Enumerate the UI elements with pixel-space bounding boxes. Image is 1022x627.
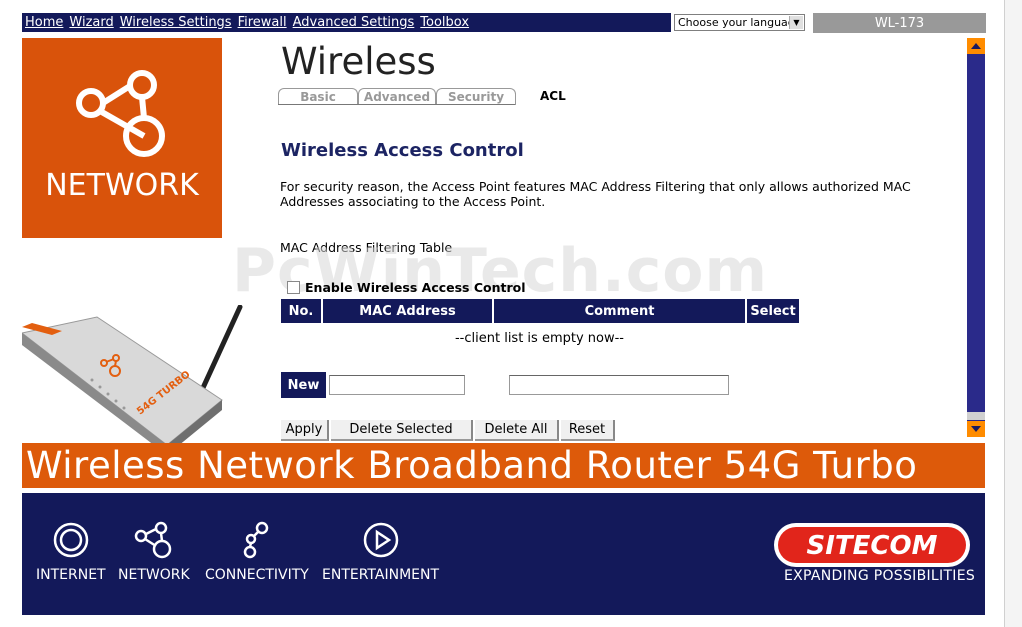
chevron-down-icon: ▼ <box>789 16 803 29</box>
section-heading: Wireless Access Control <box>281 140 524 161</box>
nav-advanced-settings[interactable]: Advanced Settings <box>293 15 415 30</box>
tab-advanced[interactable]: Advanced <box>358 88 436 105</box>
watermark: PcWinTech.com <box>232 236 769 306</box>
connectivity-icon <box>243 521 269 559</box>
page-title: Wireless <box>281 40 436 83</box>
enable-access-control-checkbox[interactable] <box>287 281 300 294</box>
nav-firewall[interactable]: Firewall <box>238 15 287 30</box>
model-label: WL-173 <box>813 13 986 33</box>
column-header-no: No. <box>281 299 323 323</box>
column-header-select: Select <box>747 299 799 323</box>
tab-basic[interactable]: Basic <box>278 88 358 105</box>
apply-button[interactable]: Apply <box>281 420 329 441</box>
enable-access-control-label: Enable Wireless Access Control <box>305 280 526 295</box>
new-mac-address-input[interactable] <box>329 375 465 395</box>
footer-connectivity: CONNECTIVITY <box>205 521 309 583</box>
nav-wizard[interactable]: Wizard <box>69 15 113 30</box>
network-icon <box>76 70 165 157</box>
network-logo: NETWORK <box>22 38 222 238</box>
router-image: 54G TURBO <box>22 305 243 455</box>
language-select[interactable]: Choose your language ▼ <box>674 14 805 31</box>
new-comment-input[interactable] <box>509 375 729 395</box>
language-select-value: Choose your language <box>678 16 802 29</box>
content-scrollbar[interactable] <box>967 38 985 437</box>
delete-selected-button[interactable]: Delete Selected <box>331 420 473 441</box>
tab-divider <box>278 104 515 105</box>
footer-entertainment: ENTERTAINMENT <box>322 521 439 583</box>
scroll-up-button[interactable] <box>967 38 985 54</box>
nav-wireless-settings[interactable]: Wireless Settings <box>120 15 232 30</box>
section-description: For security reason, the Access Point fe… <box>280 179 911 209</box>
column-header-mac: MAC Address <box>323 299 494 323</box>
window-right-edge <box>1004 0 1022 627</box>
product-banner: Wireless Network Broadband Router 54G Tu… <box>22 443 985 488</box>
column-header-comment: Comment <box>494 299 747 323</box>
network-icon <box>134 521 172 559</box>
reset-button[interactable]: Reset <box>561 420 615 441</box>
scroll-thumb[interactable] <box>967 412 985 420</box>
scroll-down-button[interactable] <box>967 421 985 437</box>
nav-home[interactable]: Home <box>25 15 63 30</box>
tab-security[interactable]: Security <box>436 88 516 105</box>
play-icon <box>363 522 398 558</box>
nav-toolbox[interactable]: Toolbox <box>420 15 469 30</box>
footer-network: NETWORK <box>118 521 190 583</box>
delete-all-button[interactable]: Delete All <box>475 420 559 441</box>
logo-label: NETWORK <box>45 168 199 203</box>
footer-internet: INTERNET <box>36 521 106 583</box>
enable-access-control-row[interactable]: Enable Wireless Access Control <box>287 280 526 295</box>
top-navigation: Home Wizard Wireless Settings Firewall A… <box>22 13 671 32</box>
footer: INTERNET NETWORK CONNECTIVITY ENTERTAINM… <box>22 493 985 615</box>
sitecom-logo: SITECOM <box>774 523 970 567</box>
sitecom-tagline: EXPANDING POSSIBILITIES <box>784 568 976 584</box>
internet-icon <box>53 522 89 558</box>
new-entry-label: New <box>281 372 326 398</box>
sitecom-wordmark: SITECOM <box>807 531 938 561</box>
arrow-up-icon <box>971 43 981 49</box>
arrow-down-icon <box>971 426 981 432</box>
empty-list-message: --client list is empty now-- <box>454 331 624 346</box>
tab-acl[interactable]: ACL <box>540 89 566 103</box>
